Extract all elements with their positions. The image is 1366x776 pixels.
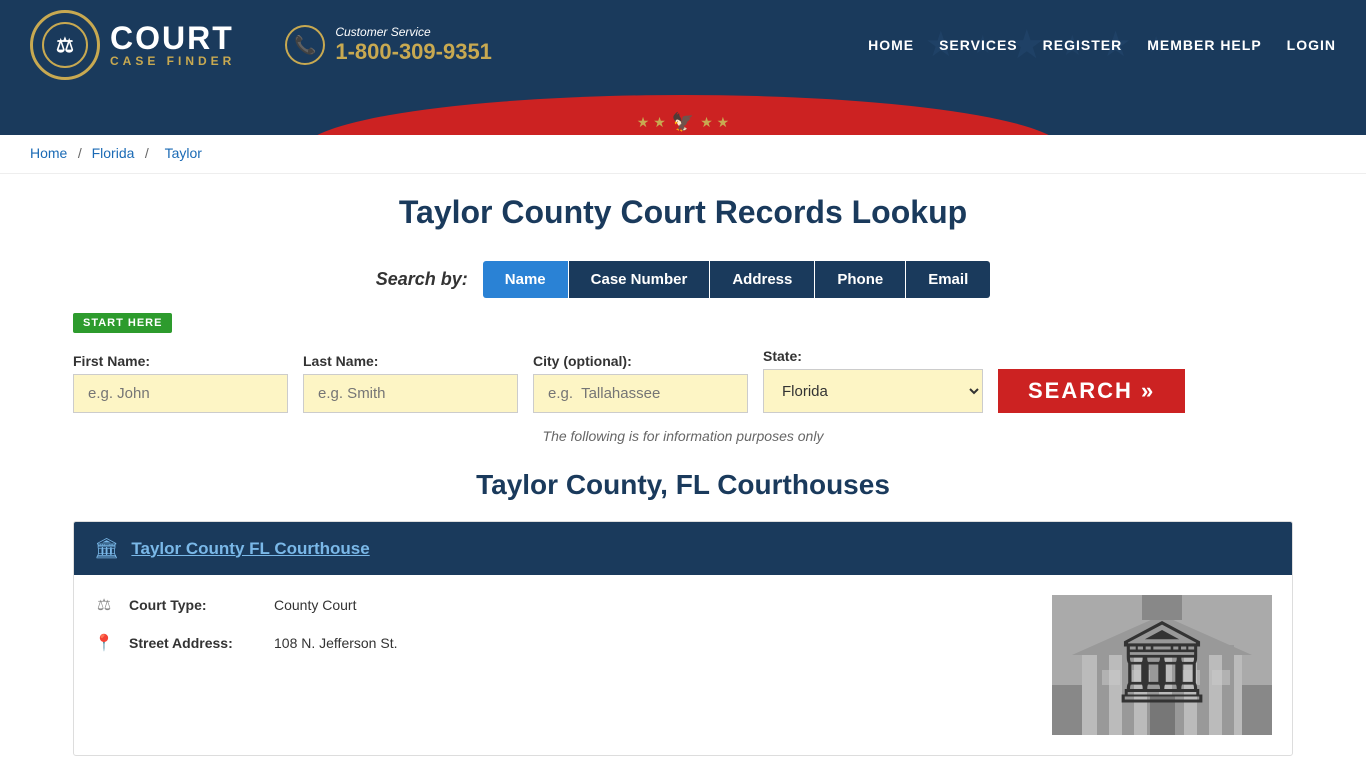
search-form-row: First Name: Last Name: City (optional): … [73, 348, 1293, 413]
court-type-label: Court Type: [129, 597, 259, 613]
header: ★ ★ ★ ★ ★ ★ ⚖ COURT CASE FINDER [0, 0, 1366, 90]
search-by-row: Search by: Name Case Number Address Phon… [73, 261, 1293, 298]
last-name-label: Last Name: [303, 353, 518, 369]
city-label: City (optional): [533, 353, 748, 369]
first-name-label: First Name: [73, 353, 288, 369]
info-note: The following is for information purpose… [73, 428, 1293, 444]
tab-address[interactable]: Address [710, 261, 815, 298]
courthouse-info: ⚖ Court Type: County Court 📍 Street Addr… [94, 595, 397, 653]
customer-service-label: Customer Service [335, 25, 492, 39]
street-address-value: 108 N. Jefferson St. [274, 635, 397, 651]
phone-number: 1-800-309-9351 [335, 39, 492, 65]
nav-register[interactable]: REGISTER [1043, 37, 1123, 53]
courthouses-title: Taylor County, FL Courthouses [73, 469, 1293, 501]
svg-text:⚖: ⚖ [56, 35, 74, 57]
logo-case-finder-label: CASE FINDER [110, 54, 235, 68]
first-name-group: First Name: [73, 353, 288, 413]
state-group: State: Florida [763, 348, 983, 413]
city-group: City (optional): [533, 353, 748, 413]
courthouse-body: ⚖ Court Type: County Court 📍 Street Addr… [74, 575, 1292, 755]
logo-court-label: COURT [110, 22, 235, 54]
breadcrumb: Home / Florida / Taylor [0, 135, 1366, 174]
breadcrumb-county: Taylor [165, 145, 202, 161]
stars-right: ★ ★ [700, 114, 729, 131]
search-button[interactable]: SEARCH » [998, 369, 1185, 413]
nav-services[interactable]: SERVICES [939, 37, 1018, 53]
nav-login[interactable]: LOGIN [1287, 37, 1336, 53]
state-label: State: [763, 348, 983, 364]
tab-email[interactable]: Email [906, 261, 990, 298]
tab-name[interactable]: Name [483, 261, 569, 298]
nav-member-help[interactable]: MEMBER HELP [1147, 37, 1261, 53]
page-title: Taylor County Court Records Lookup [73, 194, 1293, 231]
breadcrumb-home[interactable]: Home [30, 145, 67, 161]
search-by-label: Search by: [376, 269, 468, 290]
breadcrumb-sep2: / [145, 145, 153, 161]
logo-emblem: ⚖ [30, 10, 100, 80]
last-name-input[interactable] [303, 374, 518, 413]
court-type-value: County Court [274, 597, 356, 613]
nav-home[interactable]: HOME [868, 37, 914, 53]
logo[interactable]: ⚖ COURT CASE FINDER [30, 10, 235, 80]
courthouse-image [1052, 595, 1272, 735]
tab-phone[interactable]: Phone [815, 261, 906, 298]
court-type-icon: ⚖ [94, 595, 114, 615]
first-name-input[interactable] [73, 374, 288, 413]
courthouse-header: 🏛 Taylor County FL Courthouse [74, 522, 1292, 575]
eagle-overlay: ★ ★ 🦅 ★ ★ [637, 112, 729, 133]
start-here-badge: START HERE [73, 313, 172, 333]
phone-text: Customer Service 1-800-309-9351 [335, 25, 492, 65]
arc-section: ★ ★ 🦅 ★ ★ [0, 90, 1366, 135]
header-left: ⚖ COURT CASE FINDER 📞 Customer Service 1… [30, 10, 492, 80]
logo-text: COURT CASE FINDER [110, 22, 235, 68]
eagle-symbol: 🦅 [672, 112, 694, 133]
breadcrumb-sep1: / [78, 145, 86, 161]
main-content: Taylor County Court Records Lookup Searc… [33, 174, 1333, 776]
street-address-label: Street Address: [129, 635, 259, 651]
courthouse-icon: 🏛 [94, 536, 119, 561]
last-name-group: Last Name: [303, 353, 518, 413]
phone-icon: 📞 [285, 25, 325, 65]
header-phone: 📞 Customer Service 1-800-309-9351 [285, 25, 492, 65]
header-wrapper: ★ ★ ★ ★ ★ ★ ⚖ COURT CASE FINDER [0, 0, 1366, 135]
courthouse-name-link[interactable]: Taylor County FL Courthouse [131, 539, 369, 559]
courthouse-card: 🏛 Taylor County FL Courthouse ⚖ Court Ty… [73, 521, 1293, 756]
state-select[interactable]: Florida [763, 369, 983, 413]
tab-case-number[interactable]: Case Number [569, 261, 711, 298]
stars-left: ★ ★ [637, 114, 666, 131]
street-address-row: 📍 Street Address: 108 N. Jefferson St. [94, 633, 397, 653]
court-type-row: ⚖ Court Type: County Court [94, 595, 397, 615]
city-input[interactable] [533, 374, 748, 413]
breadcrumb-state[interactable]: Florida [92, 145, 135, 161]
address-icon: 📍 [94, 633, 114, 653]
main-nav: HOME SERVICES REGISTER MEMBER HELP LOGIN [868, 37, 1336, 53]
courthouse-img-svg [1052, 595, 1272, 735]
search-section: Search by: Name Case Number Address Phon… [73, 261, 1293, 444]
logo-svg: ⚖ [40, 20, 90, 70]
